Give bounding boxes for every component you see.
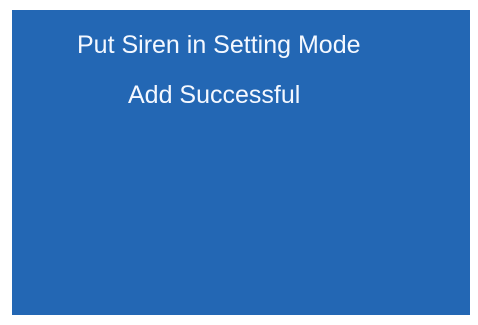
status-message: Add Successful [128, 81, 301, 109]
device-screen: Put Siren in Setting Mode Add Successful [12, 10, 470, 315]
instruction-text: Put Siren in Setting Mode [77, 31, 361, 59]
